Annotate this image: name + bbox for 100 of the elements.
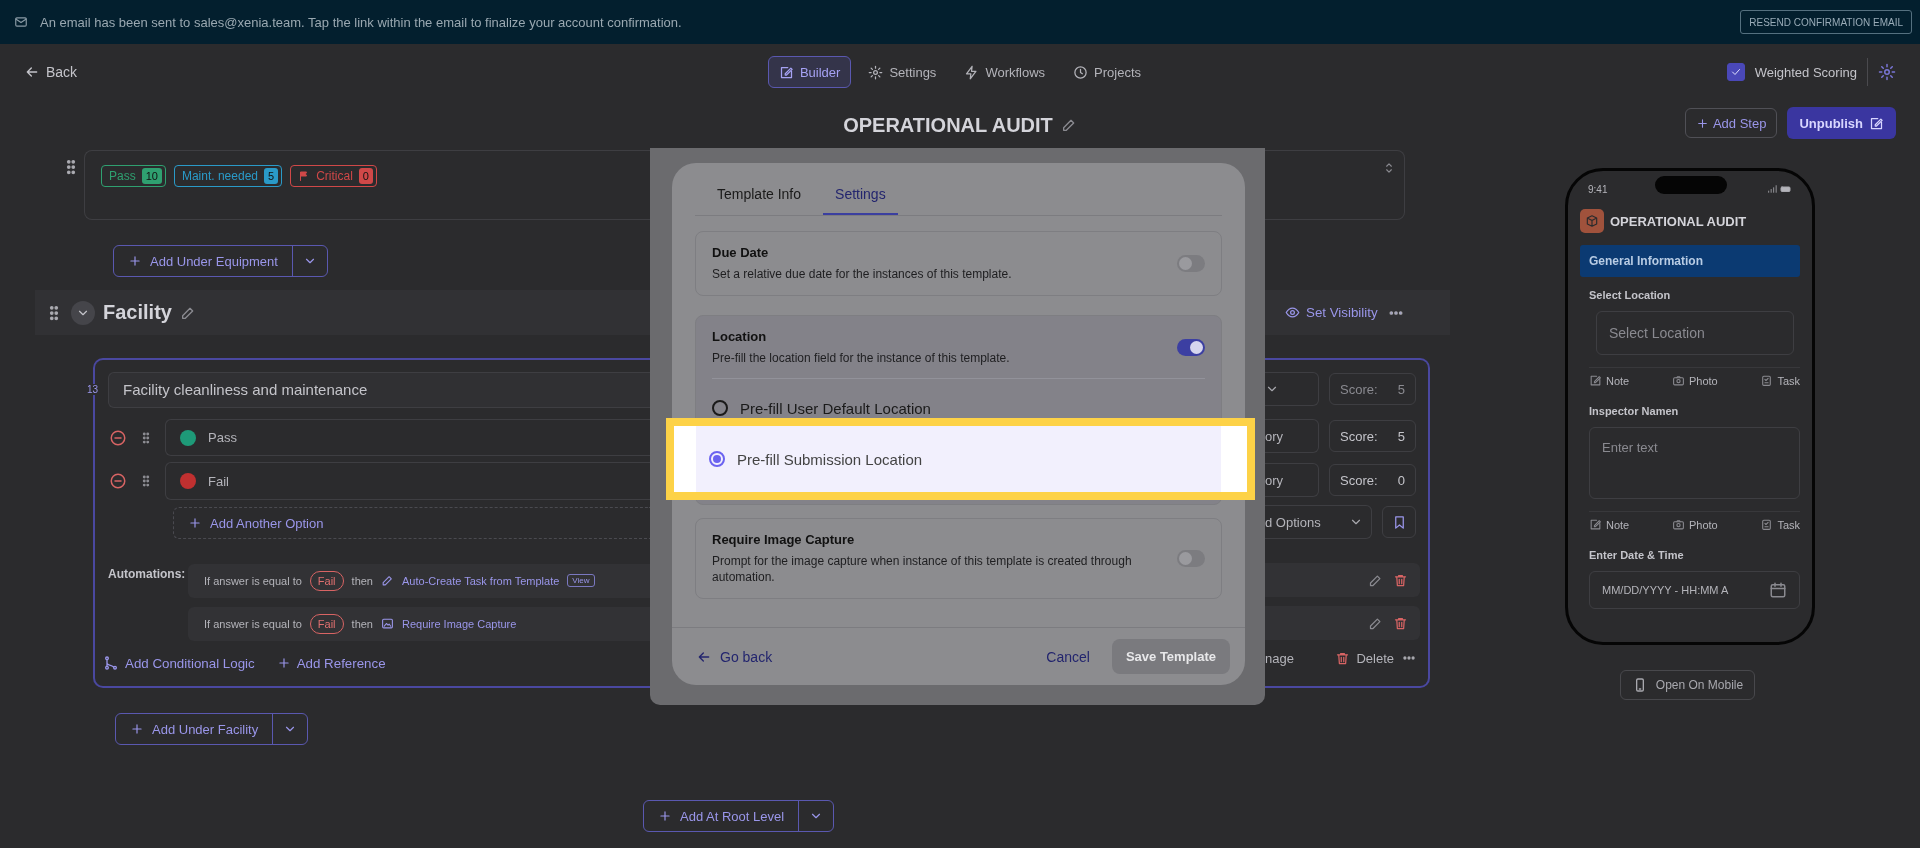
toggle-switch[interactable] [1177,255,1205,272]
settings-icon [1878,63,1896,81]
plus-icon [276,656,291,671]
collapse-button[interactable] [71,300,95,325]
text-area[interactable]: Enter text [1589,427,1800,499]
add-step-button[interactable]: Add Step [1684,108,1778,138]
note-icon [1589,374,1602,387]
cancel-button[interactable]: Cancel [1034,648,1102,665]
chip-label: Pass [109,169,136,183]
date-time-field[interactable]: MM/DD/YYYY - HH:MM A [1589,571,1800,609]
section-bar: General Information [1580,245,1800,277]
set-visibility-button[interactable]: Set Visibility [1285,305,1378,320]
checkbox-label: Weighted Scoring [1754,64,1857,80]
score-field[interactable]: Score: 5 [1329,373,1416,405]
trash-icon[interactable] [1393,572,1408,588]
add-conditional-logic-button[interactable]: Add Conditional Logic [103,655,255,672]
trash-icon[interactable] [1393,615,1408,631]
add-at-root-level-button[interactable]: Add At Root Level [643,800,835,832]
select-field[interactable]: Select Location [1596,311,1794,355]
back-button[interactable]: Back [24,64,78,80]
toggle-switch[interactable] [1177,550,1205,567]
unpublish-button[interactable]: Unpublish [1787,107,1896,139]
field-action[interactable]: Note [1606,518,1630,531]
radio-label: Pre-fill User Default Location [740,399,931,417]
remove-icon[interactable] [109,428,127,447]
settings-button[interactable] [1878,63,1896,81]
rule-then: then [351,617,373,630]
task-icon [1760,518,1774,531]
options-dropdown[interactable]: d Options [1265,505,1372,539]
field-label: Select Location [1589,289,1672,301]
setting-title: Location [712,329,768,344]
pencil-icon[interactable] [1368,615,1383,631]
dialog-tab[interactable]: Template Info [705,175,814,215]
battery-icon [1780,183,1792,195]
plus-icon [188,516,202,530]
settings-icon [868,64,884,80]
go-back-button[interactable]: Go back [696,648,773,665]
manage-link[interactable]: nage [1265,650,1294,666]
note-icon [1589,518,1602,531]
section-title: Facility [103,301,172,324]
trash-icon [1335,650,1351,666]
dialog-tab[interactable]: Settings [823,175,898,215]
resend-button[interactable]: RESEND CONFIRMATION EMAIL [1740,10,1912,34]
category-dropdown[interactable]: ory [1265,463,1319,497]
view-button[interactable]: View [567,574,595,588]
nav-tab[interactable]: Projects [1062,56,1153,88]
category-dropdown[interactable]: ory [1265,419,1319,453]
field-action[interactable]: Photo [1688,374,1718,387]
chip-label: Critical [316,169,353,183]
question-number: 13 [87,384,99,395]
page-title: OPERATIONAL AUDIT [843,113,1053,137]
chip-count: 0 [358,168,373,184]
nav-tab[interactable]: Workflows [953,56,1057,88]
toggle-switch[interactable] [1177,339,1205,356]
radio-button[interactable] [712,400,728,416]
plus-icon [128,254,142,268]
status-time: 9:41 [1588,183,1608,195]
score-field[interactable]: Score: 0 [1329,464,1416,496]
automations-label: Automations: [108,566,187,583]
setting-description: Pre-fill the location field for the instance of this template. [712,350,1011,366]
open-on-mobile-button[interactable]: Open On Mobile [1620,670,1755,700]
field-action[interactable]: Note [1606,374,1630,387]
setting-title: Due Date [712,245,770,260]
delete-button[interactable]: Delete [1335,650,1394,666]
field-action[interactable]: Task [1777,374,1800,387]
rule-action[interactable]: Require Image Capture [402,617,517,630]
camera-icon [1671,518,1685,531]
question-field[interactable]: Facility cleanliness and maintenance [108,372,650,408]
add-under-facility-button[interactable]: Add Under Facility [115,713,309,745]
image-icon [381,617,394,631]
field-action[interactable]: Task [1777,518,1800,531]
pencil-icon[interactable] [1368,572,1383,588]
option-field[interactable]: Pass [165,418,650,457]
rule-condition: If answer is equal to [204,574,302,587]
option-field[interactable]: Fail [165,462,650,501]
field-action[interactable]: Photo [1688,518,1718,531]
rule-then: then [351,574,373,587]
checkbox[interactable] [1726,63,1745,81]
arrow-left-icon [24,64,40,80]
nav-tab[interactable]: Builder [767,56,852,88]
task-icon [1760,374,1774,387]
nav-tab[interactable]: Settings [857,56,948,88]
score-field[interactable]: Score: 5 [1329,420,1416,452]
bookmark-button[interactable] [1382,506,1416,538]
chip-label: Maint. needed [181,169,258,183]
check-icon [1729,66,1742,78]
add-under-equipment-button[interactable]: Add Under Equipment [113,245,328,277]
rule-action[interactable]: Auto-Create Task from Template [402,574,560,587]
add-reference-button[interactable]: Add Reference [276,655,386,671]
camera-icon [1671,374,1685,387]
pencil-icon[interactable] [1060,117,1077,133]
setting-title: Require Image Capture [712,532,856,547]
selected-option-row[interactable]: Pre-fill Submission Location [696,426,1221,492]
field-label: Enter Date & Time [1589,549,1685,561]
setting-description: Set a relative due date for the instances of this template. [712,266,1013,282]
pencil-icon [381,574,394,588]
add-option-button[interactable]: Add Another Option [173,507,650,539]
radio-button[interactable] [709,451,725,467]
edit-icon [1869,115,1884,131]
remove-icon[interactable] [109,472,127,491]
